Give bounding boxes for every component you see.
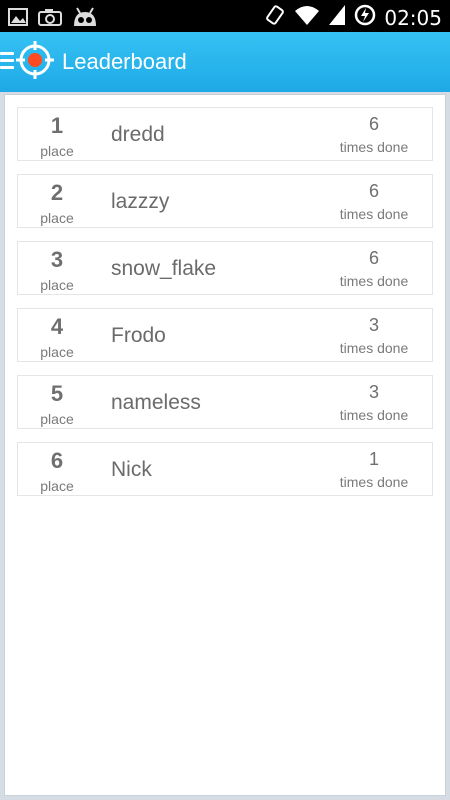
player-name: snow_flake: [111, 257, 217, 280]
page-title[interactable]: Leaderboard: [62, 49, 187, 75]
android-icon: [72, 6, 98, 33]
leaderboard-row[interactable]: 1 place dredd 6 times done: [17, 107, 433, 161]
leaderboard-row[interactable]: 5 place nameless 3 times done: [17, 375, 433, 429]
rank-number: 3: [50, 247, 64, 272]
rotate-icon: [264, 4, 286, 31]
times-done-count: 3: [368, 315, 379, 335]
rank-number: 6: [50, 448, 64, 473]
times-done-label: times done: [339, 273, 409, 289]
signal-icon: [328, 4, 346, 31]
times-done-count: 6: [368, 114, 379, 134]
place-label: place: [40, 411, 74, 427]
menu-icon[interactable]: [0, 52, 14, 70]
player-name: Frodo: [111, 324, 166, 347]
times-done-label: times done: [339, 206, 409, 222]
times-done-count: 6: [368, 248, 379, 268]
times-done-count: 6: [368, 181, 379, 201]
place-label: place: [40, 478, 74, 494]
rank-number: 4: [50, 314, 64, 339]
target-icon[interactable]: [15, 40, 55, 80]
camera-icon: [38, 8, 62, 31]
player-name: dredd: [111, 123, 165, 146]
place-label: place: [40, 143, 74, 159]
place-label: place: [40, 344, 74, 360]
image-icon: [8, 8, 28, 31]
times-done-label: times done: [339, 474, 409, 490]
times-done-count: 1: [368, 449, 379, 469]
leaderboard-row[interactable]: 6 place Nick 1 times done: [17, 442, 433, 496]
leaderboard-row[interactable]: 4 place Frodo 3 times done: [17, 308, 433, 362]
leaderboard-row[interactable]: 3 place snow_flake 6 times done: [17, 241, 433, 295]
player-name: Nick: [111, 458, 152, 481]
leaderboard-list[interactable]: 1 place dredd 6 times done 2 place lazzz…: [4, 94, 446, 796]
rank-number: 5: [50, 381, 64, 406]
clock: 02:05: [384, 5, 442, 30]
times-done-label: times done: [339, 340, 409, 356]
times-done-label: times done: [339, 407, 409, 423]
battery-charging-icon: [354, 4, 376, 31]
player-name: lazzzy: [111, 190, 170, 213]
rank-number: 1: [50, 113, 64, 138]
times-done-label: times done: [339, 139, 409, 155]
place-label: place: [40, 277, 74, 293]
rank-number: 2: [50, 180, 64, 205]
wifi-icon: [294, 4, 320, 31]
app-bar: Leaderboard: [0, 32, 450, 92]
place-label: place: [40, 210, 74, 226]
leaderboard-row[interactable]: 2 place lazzzy 6 times done: [17, 174, 433, 228]
player-name: nameless: [111, 391, 201, 414]
status-bar: 02:05: [0, 0, 450, 32]
times-done-count: 3: [368, 382, 379, 402]
